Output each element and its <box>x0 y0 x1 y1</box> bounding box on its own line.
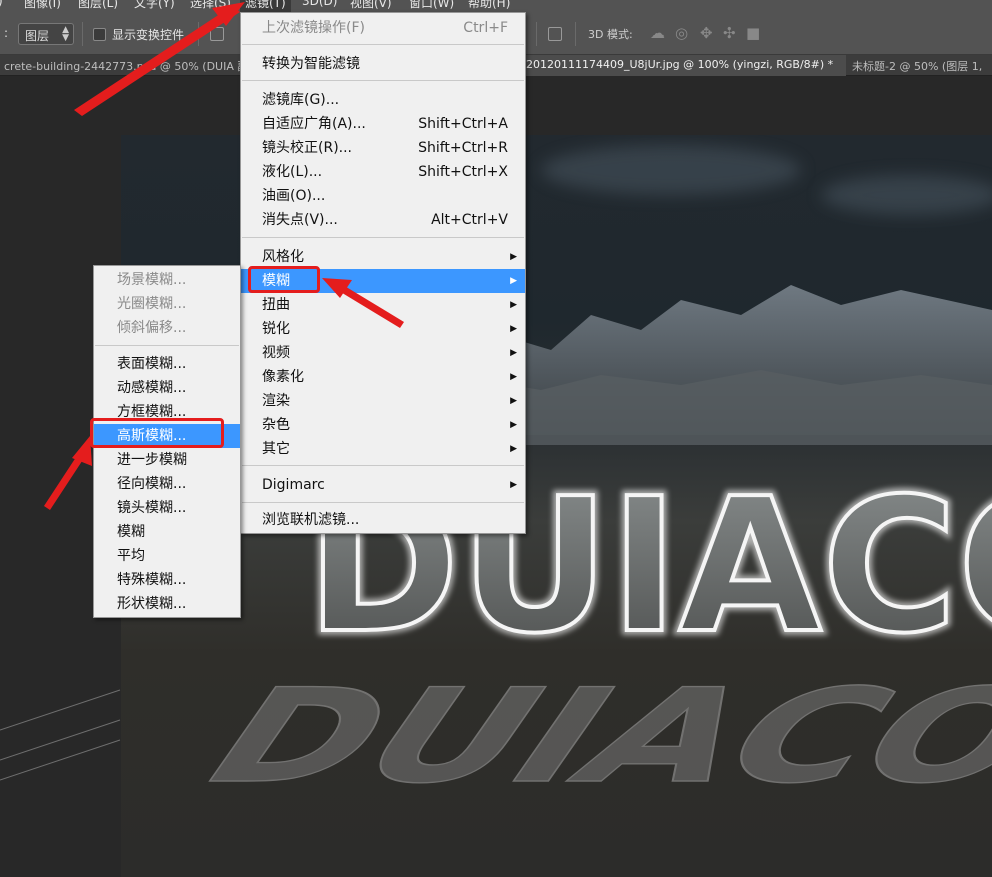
annotation-arrows <box>44 2 404 510</box>
arrow-shaft <box>74 6 240 116</box>
photoshop-window: ) 图像(I) 图层(L) 文字(Y) 选择(S) 滤镜(T) 3D(D) 视图… <box>0 0 992 877</box>
